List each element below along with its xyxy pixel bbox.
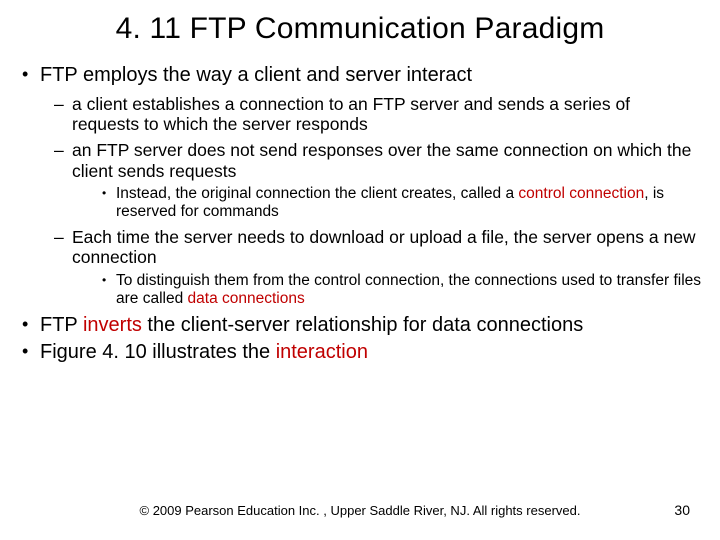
bullet-1-2-text: an FTP server does not send responses ov… [72, 140, 691, 181]
slide-content: FTP employs the way a client and server … [18, 64, 702, 365]
bullet-1-text: FTP employs the way a client and server … [40, 64, 472, 86]
bullet-2: FTP inverts the client-server relationsh… [18, 314, 702, 338]
bullet-1-2: an FTP server does not send responses ov… [40, 140, 702, 222]
footer: © 2009 Pearson Education Inc. , Upper Sa… [0, 503, 720, 518]
bullet-1-sub: a client establishes a connection to an … [40, 94, 702, 309]
t-red: data connections [188, 290, 305, 307]
bullet-1-3-sub: To distinguish them from the control con… [72, 272, 702, 309]
bullet-1-3: Each time the server needs to download o… [40, 227, 702, 309]
t-red: control connection [518, 185, 644, 202]
bullet-list: FTP employs the way a client and server … [18, 64, 702, 365]
bullet-1: FTP employs the way a client and server … [18, 64, 702, 309]
bullet-3: Figure 4. 10 illustrates the interaction [18, 341, 702, 365]
bullet-1-3-1: To distinguish them from the control con… [72, 272, 702, 309]
t-red: interaction [276, 341, 368, 363]
copyright: © 2009 Pearson Education Inc. , Upper Sa… [30, 503, 690, 518]
t: Figure 4. 10 illustrates the [40, 341, 276, 363]
bullet-1-1: a client establishes a connection to an … [40, 94, 702, 135]
bullet-1-2-1: Instead, the original connection the cli… [72, 185, 702, 222]
page-number: 30 [674, 502, 690, 518]
t: the client-server relationship for data … [142, 314, 583, 336]
t: FTP [40, 314, 83, 336]
bullet-1-3-text: Each time the server needs to download o… [72, 227, 696, 268]
t: Instead, the original connection the cli… [116, 185, 518, 202]
slide-title: 4. 11 FTP Communication Paradigm [30, 0, 690, 46]
slide: 4. 11 FTP Communication Paradigm FTP emp… [0, 0, 720, 540]
bullet-1-2-sub: Instead, the original connection the cli… [72, 185, 702, 222]
t-red: inverts [83, 314, 142, 336]
